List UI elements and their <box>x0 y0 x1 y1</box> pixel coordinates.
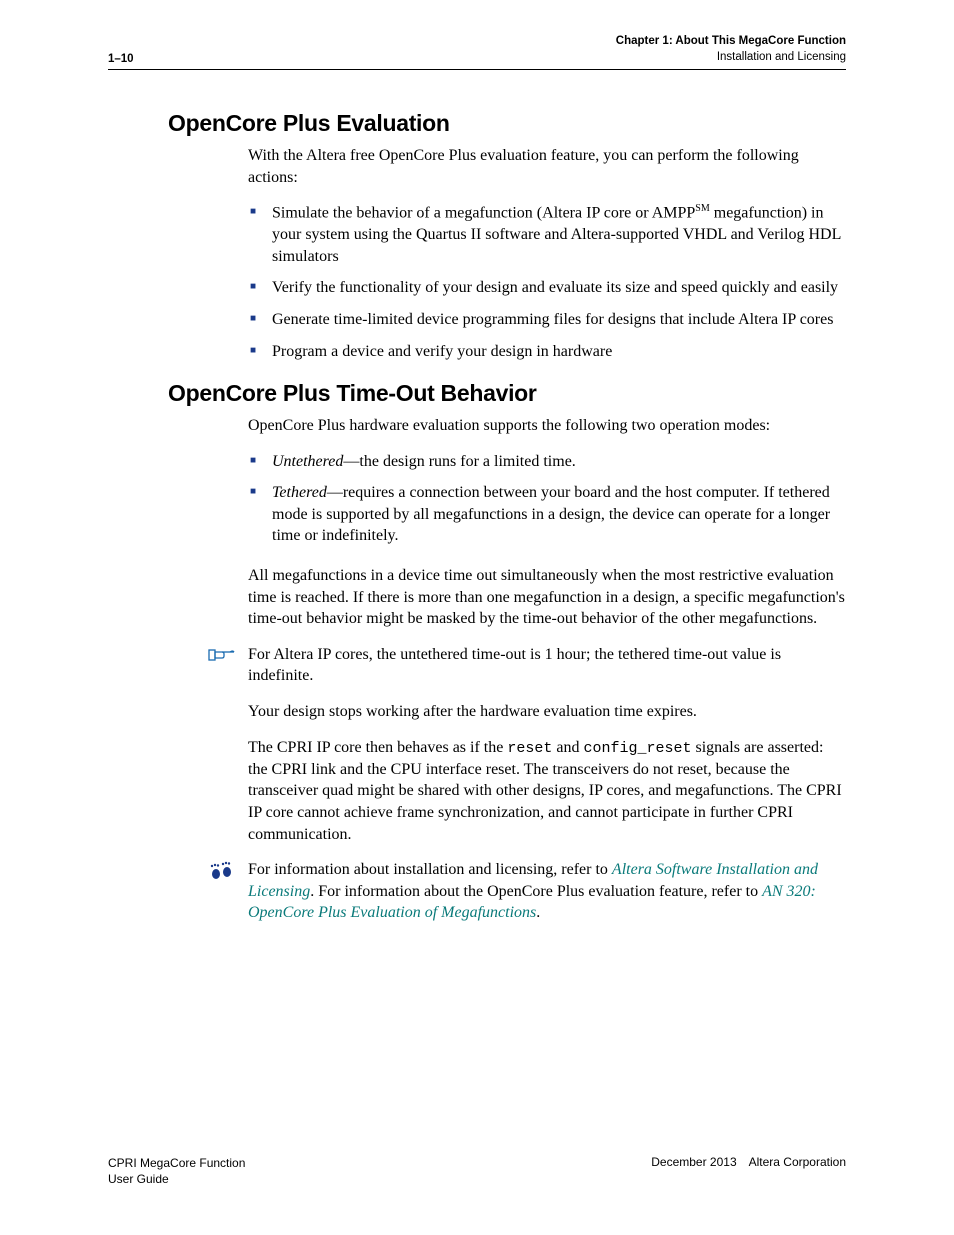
footer-doc-title: CPRI MegaCore Function <box>108 1155 245 1171</box>
list-item: Verify the functionality of your design … <box>248 277 846 299</box>
term-tethered: Tethered <box>272 484 327 501</box>
page-number: 1–10 <box>108 53 134 65</box>
note2-text: For information about installation and l… <box>248 859 846 924</box>
section2-intro: OpenCore Plus hardware evaluation suppor… <box>248 415 846 437</box>
section1-intro: With the Altera free OpenCore Plus evalu… <box>248 145 846 188</box>
text: Simulate the behavior of a megafunction … <box>272 205 695 222</box>
feet-icon <box>208 859 248 924</box>
section-title-small: Installation and Licensing <box>616 50 846 66</box>
note1-text: For Altera IP cores, the untethered time… <box>248 644 846 687</box>
text: and <box>552 739 583 756</box>
note-hand: For Altera IP cores, the untethered time… <box>208 644 846 687</box>
page-header: 1–10 Chapter 1: About This MegaCore Func… <box>108 34 846 70</box>
note-feet: For information about installation and l… <box>208 859 846 924</box>
code-config-reset: config_reset <box>583 740 691 757</box>
section2-para1: All megafunctions in a device time out s… <box>248 565 846 630</box>
text: The CPRI IP core then behaves as if the <box>248 739 507 756</box>
text: . <box>536 904 540 921</box>
section1-bullets: Simulate the behavior of a megafunction … <box>248 202 846 362</box>
hand-icon <box>208 644 248 687</box>
section2-body-cont: Your design stops working after the hard… <box>248 701 846 845</box>
footer-left: CPRI MegaCore Function User Guide <box>108 1155 245 1187</box>
chapter-title: Chapter 1: About This MegaCore Function <box>616 34 846 50</box>
footer-right: December 2013 Altera Corporation <box>651 1155 846 1169</box>
page: 1–10 Chapter 1: About This MegaCore Func… <box>0 0 954 1235</box>
text: . For information about the OpenCore Plu… <box>310 883 762 900</box>
section2-para3: The CPRI IP core then behaves as if the … <box>248 737 846 846</box>
footer-doc-subtitle: User Guide <box>108 1171 245 1187</box>
list-item: Simulate the behavior of a megafunction … <box>248 202 846 267</box>
text: —requires a connection between your boar… <box>272 484 830 544</box>
code-reset: reset <box>507 740 552 757</box>
text: For information about installation and l… <box>248 861 612 878</box>
superscript-sm: SM <box>695 203 709 214</box>
list-item: Generate time-limited device programming… <box>248 309 846 331</box>
heading-opencore-plus-timeout: OpenCore Plus Time-Out Behavior <box>168 380 846 407</box>
page-footer: CPRI MegaCore Function User Guide Decemb… <box>108 1155 846 1187</box>
section2-bullets: Untethered—the design runs for a limited… <box>248 451 846 547</box>
text: —the design runs for a limited time. <box>343 453 575 470</box>
section2-para2: Your design stops working after the hard… <box>248 701 846 723</box>
header-right: Chapter 1: About This MegaCore Function … <box>616 34 846 65</box>
content: OpenCore Plus Evaluation With the Altera… <box>108 110 846 924</box>
list-item: Untethered—the design runs for a limited… <box>248 451 846 473</box>
list-item: Program a device and verify your design … <box>248 341 846 363</box>
list-item: Tethered—requires a connection between y… <box>248 482 846 547</box>
heading-opencore-plus-evaluation: OpenCore Plus Evaluation <box>168 110 846 137</box>
section1-body: With the Altera free OpenCore Plus evalu… <box>248 145 846 362</box>
term-untethered: Untethered <box>272 453 343 470</box>
section2-body: OpenCore Plus hardware evaluation suppor… <box>248 415 846 630</box>
